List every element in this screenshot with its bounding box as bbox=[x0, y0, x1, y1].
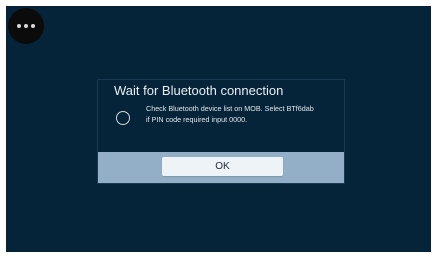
dialog-message-line-2: if PIN code required input 0000. bbox=[146, 115, 248, 124]
ok-button[interactable]: OK bbox=[162, 157, 283, 176]
dialog-title: Wait for Bluetooth connection bbox=[114, 83, 284, 98]
more-horizontal-icon bbox=[17, 24, 21, 28]
bluetooth-wait-dialog: Wait for Bluetooth connection Check Blue… bbox=[97, 79, 345, 184]
dialog-button-bar: OK bbox=[98, 152, 344, 183]
loading-spinner-icon bbox=[116, 111, 130, 125]
dialog-message: Check Bluetooth device list on MOB. Sele… bbox=[146, 103, 344, 125]
dialog-message-line-1: Check Bluetooth device list on MOB. Sele… bbox=[146, 104, 314, 113]
more-menu-button[interactable] bbox=[8, 8, 44, 44]
more-horizontal-icon-dot bbox=[24, 24, 28, 28]
more-horizontal-icon-dot bbox=[31, 24, 35, 28]
